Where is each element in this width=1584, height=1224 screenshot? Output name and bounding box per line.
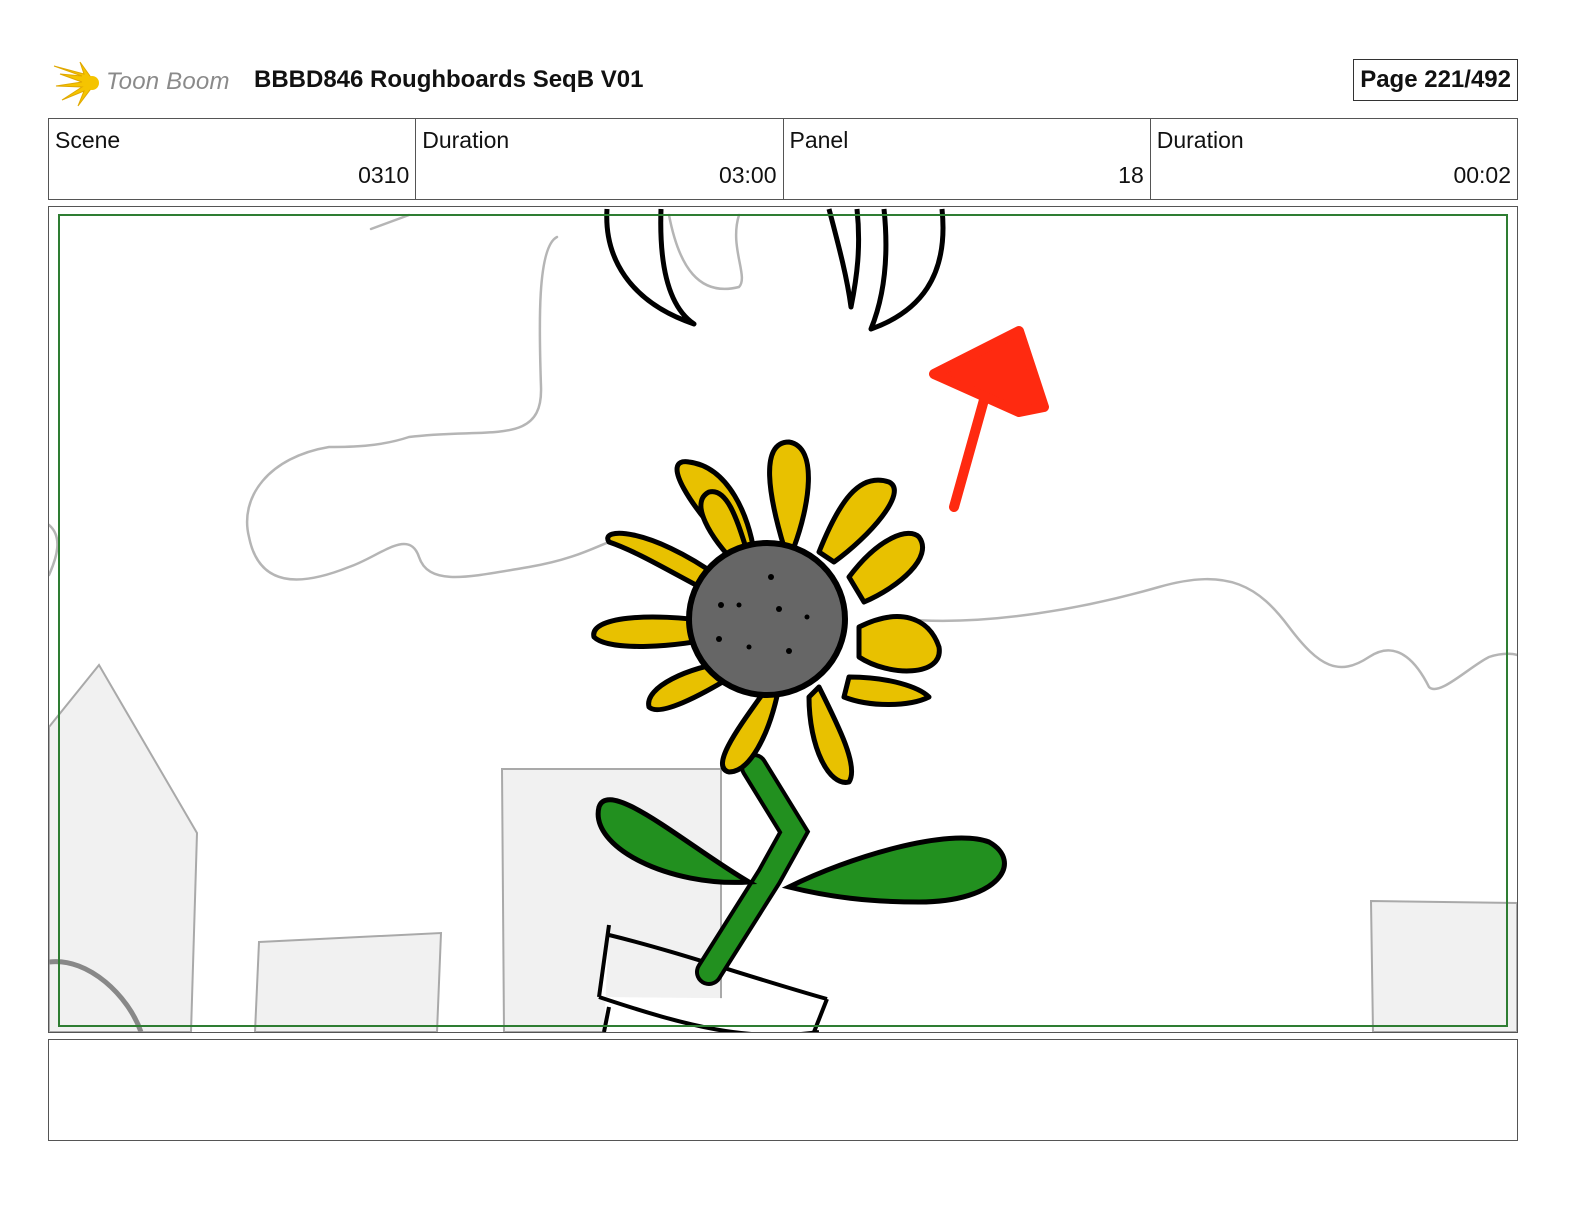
panel-label: Panel [789,127,849,153]
panel-info-row: Scene 0310 Duration 03:00 Panel 18 Durat… [48,118,1518,200]
scene-duration-cell: Duration 03:00 [416,119,784,199]
panel-duration-cell: Duration 00:02 [1151,119,1517,199]
scene-cell: Scene 0310 [49,119,417,199]
page-indicator: Page 221/492 [1353,59,1518,101]
document-title: BBBD846 Roughboards SeqB V01 [254,66,644,93]
flower-center [686,540,848,698]
panel-duration-label: Duration [1156,127,1244,153]
sunflower-sketch-icon [49,208,1517,1032]
hanging-shapes [604,208,946,332]
logo-text: Toon Boom [106,68,230,95]
scene-duration-value: 03:00 [718,162,777,188]
scene-duration-label: Duration [422,127,510,153]
panel-value: 18 [1118,162,1144,188]
burst-logo-icon [53,61,99,107]
toon-boom-logo: Toon Boom [52,56,242,108]
panel-duration-value: 00:02 [1453,162,1511,188]
storyboard-header: Toon Boom BBBD846 Roughboards SeqB V01 P… [48,52,1538,112]
scene-value: 0310 [358,162,410,188]
panel-notes-box [48,1039,1518,1141]
storyboard-panel [48,206,1518,1033]
panel-cell: Panel 18 [784,119,1151,199]
red-arrow-icon [929,326,1049,512]
scene-label: Scene [55,127,121,153]
